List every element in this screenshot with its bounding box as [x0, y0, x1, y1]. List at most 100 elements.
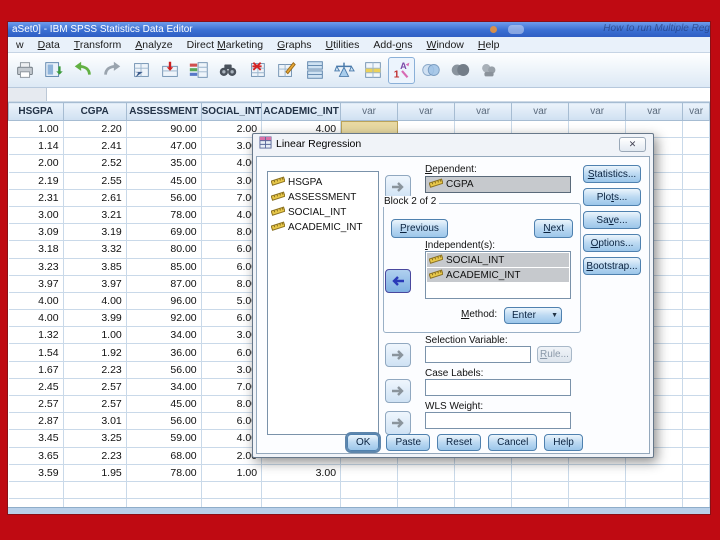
weight-cases-icon[interactable] [330, 57, 357, 84]
cell[interactable] [682, 172, 710, 190]
column-header[interactable]: CGPA [62, 102, 127, 121]
cell[interactable] [625, 464, 684, 482]
cell[interactable]: 2.52 [63, 154, 127, 173]
cell[interactable] [682, 137, 710, 156]
cell[interactable] [201, 481, 263, 500]
dialog-side-button[interactable]: Bootstrap... [583, 257, 641, 275]
cell[interactable]: 45.00 [126, 395, 202, 414]
cell[interactable]: 2.57 [63, 395, 127, 414]
cell[interactable] [511, 481, 570, 500]
cell[interactable]: 3.25 [63, 429, 127, 448]
cell[interactable]: 4.00 [8, 309, 64, 328]
cell[interactable]: 3.09 [8, 223, 64, 242]
dialog-bottom-button[interactable]: Cancel [488, 434, 538, 451]
cell[interactable]: 2.23 [63, 361, 127, 379]
cell[interactable] [261, 481, 342, 500]
cell[interactable]: 3.99 [63, 309, 127, 328]
cell[interactable]: 3.59 [8, 464, 64, 482]
menu-item[interactable]: Transform [67, 38, 128, 52]
cell[interactable] [397, 498, 456, 507]
cell[interactable]: 34.00 [126, 378, 202, 397]
cell[interactable] [261, 498, 342, 507]
dialog-side-button[interactable]: Options... [583, 234, 641, 252]
cell[interactable] [568, 481, 627, 500]
cell[interactable]: 47.00 [126, 137, 202, 156]
window-bottom-strip[interactable] [8, 507, 710, 514]
cell[interactable] [511, 498, 570, 507]
cell[interactable]: 78.00 [126, 206, 202, 225]
split-file-icon[interactable] [301, 57, 328, 84]
cell[interactable] [682, 275, 710, 293]
cell[interactable] [682, 361, 710, 379]
dialog-bottom-button[interactable]: Paste [386, 434, 431, 451]
column-header[interactable]: SOCIAL_INT [200, 102, 263, 121]
open-recent-dialogs-icon[interactable] [40, 57, 67, 84]
use-variable-sets-icon[interactable]: 1A [388, 56, 415, 84]
goto-variable-icon[interactable] [156, 57, 183, 84]
cell[interactable]: 1.95 [63, 464, 127, 482]
cell[interactable] [682, 481, 710, 500]
menu-item[interactable]: Window [420, 38, 471, 52]
cell[interactable]: 78.00 [126, 464, 202, 482]
cell[interactable]: 1.14 [8, 137, 64, 156]
show-all-variables-icon[interactable] [446, 57, 473, 84]
cell[interactable]: 59.00 [126, 429, 202, 448]
window-titlebar[interactable]: aSet0] - IBM SPSS Statistics Data Editor… [8, 22, 710, 37]
cell[interactable] [625, 498, 684, 507]
column-header[interactable]: var [568, 102, 627, 121]
cell[interactable] [682, 343, 710, 362]
cell[interactable]: 4.00 [63, 292, 127, 311]
dependent-field[interactable]: CGPA [425, 176, 571, 193]
cell[interactable] [454, 464, 513, 482]
cell[interactable]: 69.00 [126, 223, 202, 242]
variable-item[interactable]: SOCIAL_INT [268, 205, 378, 220]
move-case-labels-arrow-icon[interactable] [385, 379, 411, 403]
cell[interactable]: 3.01 [63, 412, 127, 431]
cell[interactable] [8, 498, 64, 507]
dialog-side-button[interactable]: Plo t s... [583, 188, 641, 206]
column-header[interactable]: var [682, 102, 710, 121]
cell[interactable] [511, 464, 570, 482]
cell[interactable]: 3.97 [8, 275, 64, 293]
menu-item[interactable]: w [9, 38, 31, 52]
dialog-bottom-button[interactable]: OK [347, 434, 380, 451]
cell[interactable]: 3.18 [8, 240, 64, 259]
dialog-titlebar[interactable]: Linear Regression ✕ [253, 134, 653, 154]
cell[interactable] [682, 447, 710, 465]
column-header[interactable]: ASSESSMENT [125, 102, 202, 121]
cell[interactable]: 1.00 [63, 326, 127, 345]
value-labels-icon[interactable] [359, 57, 386, 84]
cell[interactable] [340, 481, 399, 500]
wls-weight-field[interactable] [425, 412, 571, 429]
cell[interactable]: 80.00 [126, 240, 202, 259]
cell[interactable]: 87.00 [126, 275, 202, 293]
cell[interactable]: 3.00 [8, 206, 64, 225]
cell[interactable] [682, 292, 710, 311]
cell[interactable] [63, 481, 127, 500]
cell[interactable]: 1.54 [8, 343, 64, 362]
variable-item[interactable]: ACADEMIC_INT [268, 220, 378, 235]
cell[interactable]: 1.32 [8, 326, 64, 345]
cell[interactable] [682, 240, 710, 259]
cell[interactable]: 35.00 [126, 154, 202, 173]
cell[interactable] [568, 498, 627, 507]
cell[interactable]: 3.97 [63, 275, 127, 293]
column-header[interactable]: ACADEMIC_INT [261, 102, 342, 121]
menu-item[interactable]: Data [31, 38, 67, 52]
cell[interactable]: 36.00 [126, 343, 202, 362]
cell[interactable]: 90.00 [126, 120, 202, 139]
print-icon[interactable] [11, 57, 38, 84]
column-header[interactable]: HSGPA [8, 102, 64, 121]
column-header[interactable]: var [397, 102, 456, 121]
cell[interactable] [454, 481, 513, 500]
cell[interactable]: 3.00 [261, 464, 342, 482]
dialog-side-button[interactable]: Statistics... [583, 165, 641, 183]
cell[interactable]: 1.92 [63, 343, 127, 362]
cell[interactable] [682, 154, 710, 173]
independents-list[interactable]: SOCIAL_INT ACADEMIC_INT [425, 251, 571, 299]
cell[interactable]: 1.00 [201, 464, 263, 482]
cell[interactable] [682, 258, 710, 276]
cell[interactable] [397, 464, 456, 482]
cell[interactable]: 2.45 [8, 378, 64, 397]
dialog-bottom-button[interactable]: Reset [437, 434, 482, 451]
